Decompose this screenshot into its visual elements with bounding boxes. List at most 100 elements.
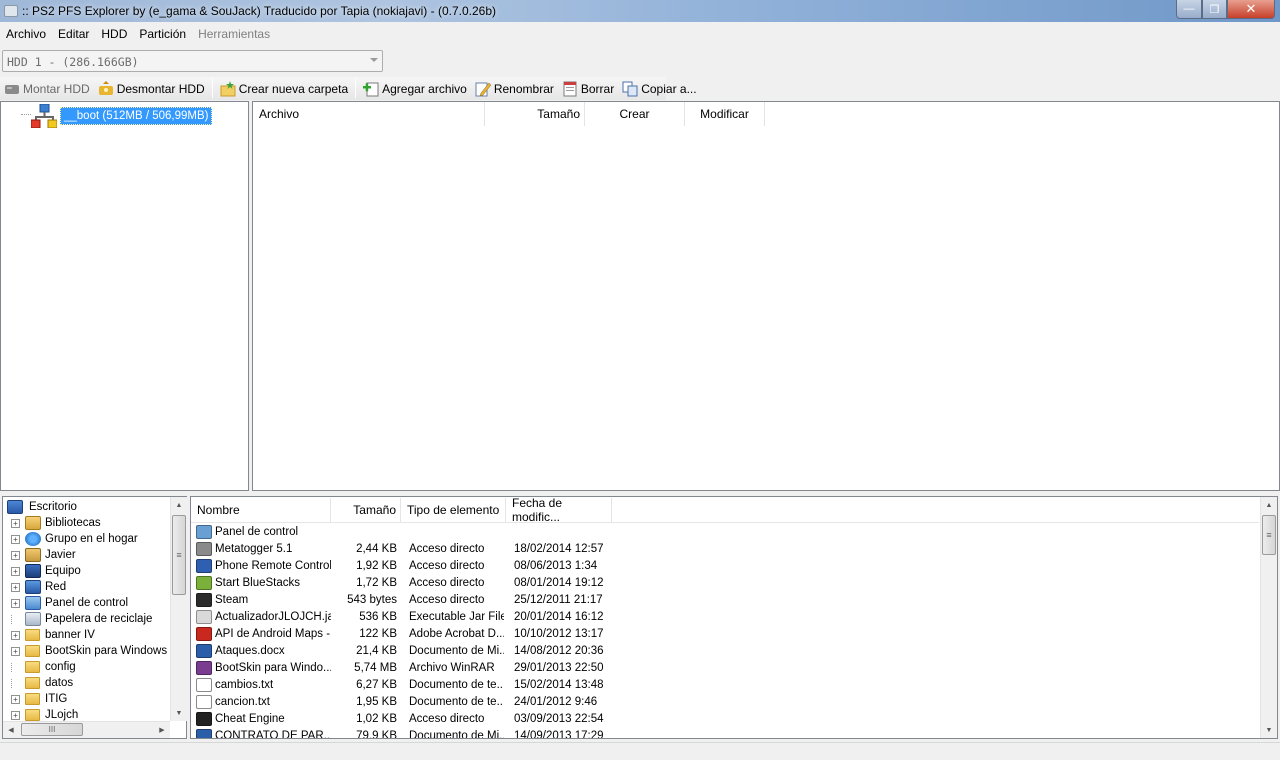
expand-icon[interactable]: +	[11, 582, 20, 592]
tree-item[interactable]: Papelera de reciclaje	[11, 611, 152, 627]
tree-item[interactable]: config	[11, 659, 76, 675]
table-row[interactable]: Phone Remote Control 1,92 KB Acceso direct…	[191, 557, 1259, 574]
cell-name: cambios.txt	[196, 677, 331, 692]
column-header-nombre[interactable]: Nombre	[191, 498, 331, 522]
tree-item[interactable]: + BootSkin para Windows	[11, 643, 167, 659]
partition-node-boot[interactable]: __boot (512MB / 506,99MB)	[30, 103, 213, 129]
table-row[interactable]: Start BlueStacks 1,72 KB Acceso directo 08/…	[191, 574, 1259, 591]
file-date: 10/10/2012 13:17	[514, 627, 604, 640]
file-type: Executable Jar File	[409, 610, 504, 623]
tree-item[interactable]: + ITIG	[11, 691, 67, 707]
column-header-fecha[interactable]: Fecha de modific...	[506, 496, 612, 524]
tree-item[interactable]: + Bibliotecas	[11, 515, 101, 531]
expand-icon[interactable]: +	[11, 550, 20, 560]
cell-name: Panel de control	[196, 524, 331, 539]
file-date: 14/09/2013 17:29	[514, 729, 604, 739]
expand-icon[interactable]: +	[11, 694, 20, 704]
table-row[interactable]: ActualizadorJLOJCH.jar 536 KB Executable J…	[191, 608, 1259, 625]
scroll-down-button[interactable]: ▼	[171, 705, 187, 721]
scroll-thumb[interactable]: III	[21, 723, 83, 736]
tree-item[interactable]: + Equipo	[11, 563, 81, 579]
table-row[interactable]: API de Android Maps -... 122 KB Adobe Acro…	[191, 625, 1259, 642]
tree-item[interactable]: + Red	[11, 579, 66, 595]
expand-icon[interactable]: +	[11, 534, 20, 544]
column-header-tamano[interactable]: Tamaño	[485, 102, 585, 126]
column-header-modificar[interactable]: Modificar	[685, 102, 765, 126]
expand-icon[interactable]: +	[11, 566, 20, 576]
tree-connector	[11, 614, 20, 624]
table-row[interactable]: Cheat Engine 1,02 KB Acceso directo 03/09/2…	[191, 710, 1259, 727]
table-row[interactable]: Metatogger 5.1 2,44 KB Acceso directo 18/02…	[191, 540, 1259, 557]
scroll-left-button[interactable]: ◀	[3, 722, 19, 738]
folder-icon	[25, 677, 40, 689]
table-row[interactable]: cancion.txt 1,95 KB Documento de te... 24/0…	[191, 693, 1259, 710]
scroll-up-button[interactable]: ▲	[171, 497, 187, 513]
chevron-left-icon: ◀	[8, 727, 14, 734]
column-header-tamano[interactable]: Tamaño	[331, 498, 401, 522]
scroll-thumb[interactable]: ≡	[172, 515, 186, 595]
column-header-tipo[interactable]: Tipo de elemento	[401, 498, 506, 522]
menu-archivo[interactable]: Archivo	[0, 27, 52, 41]
scroll-down-button[interactable]: ▼	[1261, 722, 1277, 738]
cell-name: API de Android Maps -...	[196, 626, 331, 641]
minimize-button[interactable]: —	[1176, 0, 1202, 19]
table-row[interactable]: BootSkin para Windo... 5,74 MB Archivo Win…	[191, 659, 1259, 676]
column-header-archivo[interactable]: Archivo	[253, 102, 485, 126]
menu-editar[interactable]: Editar	[52, 27, 95, 41]
menu-hdd[interactable]: HDD	[95, 27, 133, 41]
cell-name: Ataques.docx	[196, 643, 331, 658]
tree-item-label: Grupo en el hogar	[45, 533, 138, 545]
scroll-thumb[interactable]: ≡	[1262, 515, 1276, 555]
list-vertical-scrollbar[interactable]: ▲ ≡ ▼	[1260, 497, 1277, 738]
partition-tree[interactable]: __boot (512MB / 506,99MB)	[0, 101, 249, 491]
tree-item[interactable]: datos	[11, 675, 73, 691]
hdd-select[interactable]: HDD 1 - (286.166GB)	[2, 50, 383, 72]
file-date: 20/01/2014 16:12	[514, 610, 604, 623]
tree-item[interactable]: + banner IV	[11, 627, 95, 643]
partition-file-list[interactable]: Archivo Tamaño Crear Modificar	[252, 101, 1280, 491]
tree-connector	[21, 114, 31, 115]
tree-item[interactable]: + Grupo en el hogar	[11, 531, 138, 547]
expand-icon[interactable]: +	[11, 518, 20, 528]
file-name: Start BlueStacks	[215, 576, 301, 589]
tree-item[interactable]: + Javier	[11, 547, 76, 563]
column-header-crear[interactable]: Crear	[585, 102, 685, 126]
scroll-right-button[interactable]: ▶	[154, 722, 170, 738]
gear-icon	[196, 711, 212, 726]
table-row[interactable]: Steam 543 bytes Acceso directo 25/12/2011 2…	[191, 591, 1259, 608]
expand-icon[interactable]: +	[11, 630, 20, 640]
cell-name: Steam	[196, 592, 331, 607]
close-button[interactable]: ✕	[1227, 0, 1275, 19]
table-row[interactable]: cambios.txt 6,27 KB Documento de te... 15/0…	[191, 676, 1259, 693]
local-file-list[interactable]: Nombre Tamaño Tipo de elemento Fecha de …	[190, 496, 1278, 739]
unmount-hdd-label: Desmontar HDD	[116, 81, 205, 96]
table-row[interactable]: CONTRATO DE PAR... 79,9 KB Documento de Mi…	[191, 727, 1259, 738]
local-folder-tree[interactable]: Escritorio + Bibliotecas + Grupo en el hoga…	[2, 496, 187, 739]
delete-button[interactable]: Borrar	[558, 78, 618, 99]
word-icon	[196, 728, 212, 738]
delete-label: Borrar	[580, 81, 615, 96]
unmount-hdd-button[interactable]: Desmontar HDD	[94, 78, 209, 99]
menu-herramientas[interactable]: Herramientas	[192, 27, 276, 41]
table-row[interactable]: Ataques.docx 21,4 KB Documento de Mi... 14/…	[191, 642, 1259, 659]
new-folder-button[interactable]: Crear nueva carpeta	[216, 78, 352, 99]
tree-item-escritorio[interactable]: Escritorio	[7, 499, 79, 515]
column-header-label: Fecha de modific...	[512, 496, 563, 524]
table-row[interactable]: Panel de control	[191, 523, 1259, 540]
scroll-up-button[interactable]: ▲	[1261, 497, 1277, 513]
rename-button[interactable]: Renombrar	[471, 78, 558, 99]
expand-icon[interactable]: +	[11, 710, 20, 720]
tree-item-label: JLojch	[45, 709, 79, 721]
steam-icon	[196, 592, 212, 607]
mount-hdd-button[interactable]: Montar HDD	[0, 78, 94, 99]
tree-horizontal-scrollbar[interactable]: ◀ III ▶	[3, 721, 170, 738]
tree-vertical-scrollbar[interactable]: ▲ ≡ ▼	[170, 497, 187, 721]
menu-particion[interactable]: Partición	[133, 27, 192, 41]
copy-to-button[interactable]: Copiar a...	[618, 78, 700, 99]
file-name: Panel de control	[215, 525, 299, 538]
add-file-button[interactable]: Agregar archivo	[359, 78, 471, 99]
expand-icon[interactable]: +	[11, 646, 20, 656]
expand-icon[interactable]: +	[11, 598, 20, 608]
maximize-button[interactable]: ❐	[1202, 0, 1227, 19]
tree-item[interactable]: + Panel de control	[11, 595, 128, 611]
